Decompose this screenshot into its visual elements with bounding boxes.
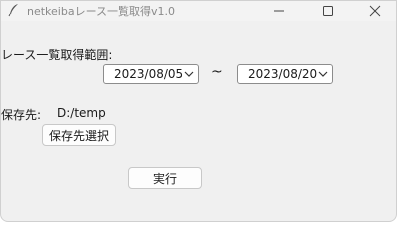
end-date-select[interactable]: 2023/08/20 (237, 64, 333, 84)
save-label: 保存先: (1, 108, 42, 122)
window-title: netkeibaレース一覧取得v1.0 (27, 5, 176, 18)
chevron-down-icon (318, 71, 328, 77)
range-separator: ~ (211, 64, 223, 80)
maximize-button[interactable] (306, 1, 350, 21)
start-date-select[interactable]: 2023/08/05 (103, 64, 199, 84)
minimize-button[interactable] (257, 1, 301, 21)
chevron-down-icon (184, 71, 194, 77)
minimize-icon (274, 10, 284, 12)
feather-icon (8, 4, 18, 17)
select-save-folder-button[interactable]: 保存先選択 (42, 124, 116, 146)
close-button[interactable] (353, 1, 396, 21)
app-window: netkeibaレース一覧取得v1.0 レース一覧取得範囲: 2023/08/0… (0, 0, 397, 222)
range-label: レース一覧取得範囲: (1, 48, 113, 62)
title-bar: netkeibaレース一覧取得v1.0 (1, 1, 396, 21)
save-path: D:/temp (57, 106, 106, 120)
maximize-icon (323, 6, 333, 16)
start-date-value: 2023/08/05 (114, 67, 184, 81)
end-date-value: 2023/08/20 (248, 67, 318, 81)
close-icon (369, 5, 381, 17)
run-button[interactable]: 実行 (128, 167, 202, 189)
